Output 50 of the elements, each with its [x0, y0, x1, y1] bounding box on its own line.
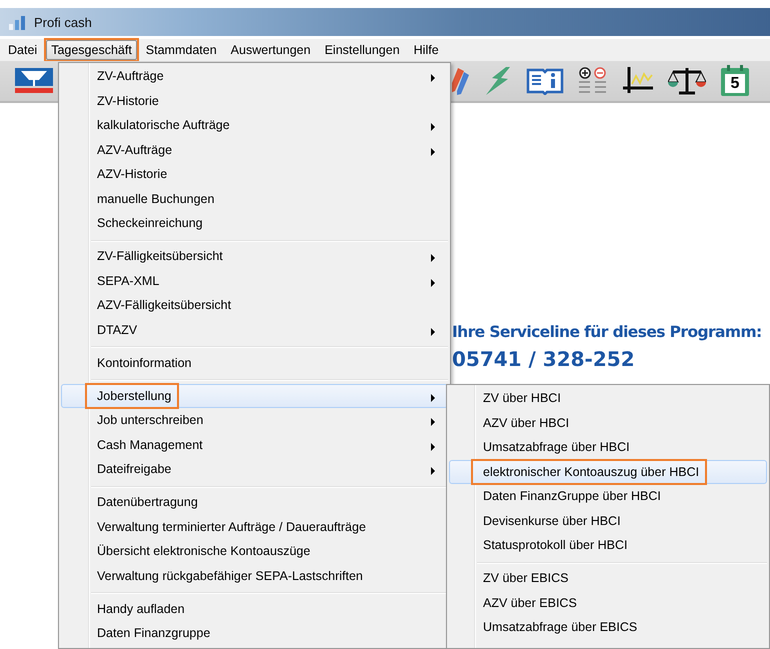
menu-bar-item[interactable]: Datei	[3, 40, 42, 60]
calendar-icon[interactable]: 5	[720, 65, 750, 97]
menu-item[interactable]: Dateifreigabe	[61, 457, 448, 482]
menu-item[interactable]: AZV über HBCI	[449, 410, 767, 435]
menu-item[interactable]: ZV-Fälligkeitsübersicht	[61, 244, 448, 268]
menu-item[interactable]: Übersicht elektronische Kontoauszüge	[61, 539, 448, 564]
window-title: Profi cash	[34, 14, 92, 30]
service-phone: 05741 / 328-252	[452, 347, 636, 371]
menu-item[interactable]: Verwaltung terminierter Aufträge / Daueraufträge	[61, 514, 448, 539]
calendar-day: 5	[725, 74, 745, 93]
service-heading: Ihre Serviceline für dieses Programm:	[452, 323, 763, 341]
menu-item[interactable]: AZV-Historie	[61, 162, 448, 186]
menu-item[interactable]: Joberstellung	[61, 384, 448, 408]
menu-item[interactable]: Cash Management	[61, 432, 448, 457]
menu-item[interactable]: kalkulatorische Aufträge	[61, 113, 448, 138]
info-book-icon[interactable]	[526, 67, 564, 95]
menu-item[interactable]: DTAZV	[61, 318, 448, 342]
menu-item[interactable]: ZV über HBCI	[449, 386, 767, 410]
menu-item[interactable]: ZV über EBICS	[449, 566, 767, 590]
menu-item[interactable]: Verwaltung rückgabefähiger SEPA-Lastschriften	[61, 564, 448, 588]
menu-bar-item[interactable]: Hilfe	[408, 40, 444, 60]
menu-bar-item[interactable]: Stammdaten	[140, 40, 222, 60]
bank-logo-icon[interactable]	[15, 68, 53, 94]
menu-item[interactable]: elektronischer Kontoauszug über HBCI	[449, 460, 767, 484]
menu-item[interactable]: Umsatzabfrage über HBCI	[449, 435, 767, 460]
menu-item[interactable]: Daten Finanzgruppe	[61, 621, 448, 646]
menu-item[interactable]: AZV über EBICS	[449, 590, 767, 615]
menu-item[interactable]: Job unterschreiben	[61, 408, 448, 432]
menu-item[interactable]: AZV-Fälligkeitsübersicht	[61, 293, 448, 318]
menu-item[interactable]: Daten FinanzGruppe über HBCI	[449, 484, 767, 508]
menu-item[interactable]: ZV-Historie	[61, 88, 448, 113]
menu-item[interactable]: SEPA-XML	[61, 268, 448, 293]
scale-icon[interactable]	[668, 66, 706, 96]
menu-item[interactable]: ZV-Aufträge	[61, 64, 448, 88]
menu-item[interactable]: Umsatzabfrage über EBICS	[449, 615, 767, 640]
menu-item[interactable]: AZV-Aufträge	[61, 138, 448, 162]
menu-bar-item[interactable]: Tagesgeschäft	[46, 40, 137, 60]
menu-item[interactable]: Devisenkurse über HBCI	[449, 508, 767, 533]
menu-item[interactable]: Statusprotokoll über HBCI	[449, 533, 767, 558]
menu-item[interactable]: Scheckeinreichung	[61, 211, 448, 236]
menu-item[interactable]: Kontoinformation	[61, 350, 448, 375]
menu-item[interactable]: manuelle Buchungen	[61, 186, 448, 211]
line-chart-icon[interactable]	[622, 66, 654, 96]
pencils-icon[interactable]	[452, 66, 470, 96]
plus-minus-list-icon[interactable]	[578, 67, 608, 95]
menu-bar-item[interactable]: Auswertungen	[226, 40, 316, 60]
app-icon	[8, 14, 28, 30]
menu-bar-item[interactable]: Einstellungen	[320, 40, 405, 60]
menu-item[interactable]: Handy aufladen	[61, 596, 448, 621]
menu-item[interactable]: Datenübertragung	[61, 490, 448, 514]
